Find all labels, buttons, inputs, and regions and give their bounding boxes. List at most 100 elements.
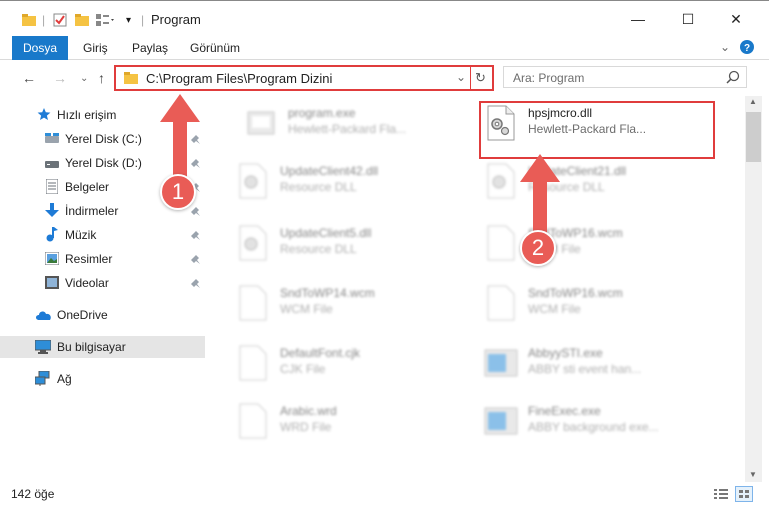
dll-icon [239,163,267,199]
scroll-down-icon[interactable]: ▼ [749,470,757,479]
file-name: AbbyySTI.exe [528,346,603,360]
customize-toolbar-icon[interactable]: ▾ [126,11,131,29]
file-name: Arabic.wrd [280,404,337,418]
file-name: UpdateClient5.dll [280,226,372,240]
folder-icon[interactable] [22,11,36,29]
sidebar-item-network[interactable]: Ağ [0,368,205,390]
separator: | [42,13,46,27]
file-type: WCM File [280,302,333,316]
new-folder-icon[interactable] [75,11,89,29]
file-item[interactable]: SndToWP14.wcm WCM File [234,282,474,330]
search-placeholder: Ara: Program [513,71,585,85]
pin-icon [191,230,201,244]
file-type: ABBY background exe... [528,420,659,434]
help-icon[interactable]: ? [740,40,754,57]
minimize-button[interactable]: — [618,7,658,31]
network-icon [34,370,51,389]
sidebar-item-music[interactable]: Müzik [0,224,205,246]
vertical-scrollbar[interactable]: ▲ ▼ [745,96,762,482]
pin-icon [191,254,201,268]
back-arrow-icon[interactable]: ← [22,70,36,86]
tab-file[interactable]: Dosya [12,36,68,60]
sidebar-item-videos[interactable]: Videolar [0,272,205,294]
file-name: SndToWP16.wcm [528,286,623,300]
file-item[interactable]: program.exe Hewlett-Packard Fla... [242,102,482,150]
scroll-up-icon[interactable]: ▲ [749,97,757,106]
address-bar[interactable]: C:\Program Files\Program Dizini ⌄ ↻ [114,65,494,91]
documents-icon [45,178,59,197]
recent-locations-icon[interactable]: ⌄ [80,73,88,84]
title-bar: | ▾ | Program — ☐ ✕ [0,0,769,36]
scroll-thumb[interactable] [746,112,761,162]
pictures-icon [44,251,60,268]
tab-home[interactable]: Giriş [83,41,108,55]
file-type: WCM File [528,302,581,316]
file-type: Hewlett-Packard Fla... [288,122,407,136]
chevron-down-icon[interactable]: ⌄ [456,70,466,84]
file-icon [239,403,267,439]
file-icon [239,285,267,321]
file-item[interactable]: UpdateClient42.dll Resource DLL [234,160,474,208]
file-name: FineExec.exe [528,404,601,418]
file-item[interactable]: FineExec.exe ABBY background exe... [482,400,722,448]
file-name: UpdateClient42.dll [280,164,379,178]
step-badge-1: 1 [160,174,196,210]
music-icon [46,227,58,245]
file-type: WRD File [280,420,332,434]
file-type: Resource DLL [280,180,357,194]
close-button[interactable]: ✕ [716,7,756,31]
maximize-button[interactable]: ☐ [668,7,708,31]
step-badge-2: 2 [520,230,556,266]
status-bar: 142 öğe [0,482,769,506]
search-icon[interactable] [726,70,740,87]
sidebar-item-label: İndirmeler [65,204,119,218]
folder-icon [124,71,138,88]
videos-icon [45,276,59,292]
pin-icon [191,206,201,220]
downloads-icon [45,203,59,221]
expand-ribbon-icon[interactable]: ⌄ [720,40,730,54]
file-name: DefaultFont.cjk [280,346,361,360]
sidebar-item-label: Resimler [65,252,113,266]
file-item[interactable]: UpdateClient5.dll Resource DLL [234,222,474,270]
cloud-icon [35,309,53,324]
file-name: program.exe [288,106,356,120]
sidebar-item-this-pc[interactable]: Bu bilgisayar [0,336,205,358]
star-icon [37,107,51,124]
drive-icon [45,158,59,172]
file-type: CJK File [280,362,326,376]
address-path: C:\Program Files\Program Dizini [146,71,333,86]
file-item[interactable]: DefaultFont.cjk CJK File [234,342,474,390]
up-arrow-icon[interactable]: ↑ [98,70,105,86]
exe-icon [247,111,275,135]
tab-share[interactable]: Paylaş [132,41,168,55]
sidebar-item-label: Hızlı erişim [57,108,117,122]
window-title: Program [151,12,201,27]
item-count: 142 öğe [11,487,55,501]
svg-text:?: ? [744,43,750,54]
tab-view[interactable]: Görünüm [190,41,240,55]
refresh-icon[interactable]: ↻ [475,70,486,86]
search-box[interactable]: Ara: Program [503,66,747,88]
sidebar-item-label: Yerel Disk (C:) [65,132,142,146]
properties-icon[interactable] [53,11,67,29]
forward-arrow-icon[interactable]: → [53,70,67,86]
file-item[interactable]: AbbyySTI.exe ABBY sti event han... [482,342,722,390]
sidebar-item-label: Videolar [65,276,109,290]
sidebar-item-onedrive[interactable]: OneDrive [0,304,205,326]
exe-icon [484,407,518,435]
sidebar-item-label: Ağ [57,372,72,386]
sidebar-item-label: Yerel Disk (D:) [65,156,142,170]
drive-icon [45,133,59,148]
separator: | [141,13,145,27]
file-type: Resource DLL [280,242,357,256]
view-options-icon[interactable] [96,11,116,29]
large-icons-view-icon[interactable] [735,486,753,502]
file-item[interactable]: Arabic.wrd WRD File [234,400,474,448]
details-view-icon[interactable] [714,488,728,503]
sidebar-item-pictures[interactable]: Resimler [0,248,205,270]
sidebar-item-label: OneDrive [57,308,108,322]
file-icon [487,225,515,261]
file-item[interactable]: SndToWP16.wcm WCM File [482,282,722,330]
pin-icon [191,278,201,292]
